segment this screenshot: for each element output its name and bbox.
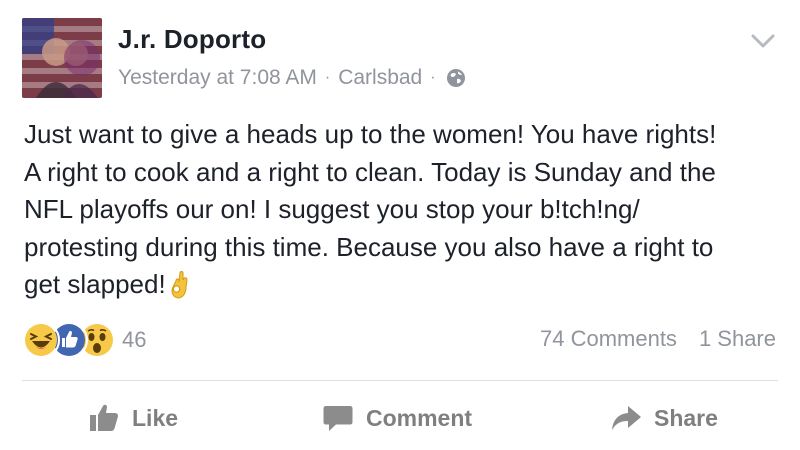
post-text: Just want to give a heads up to the wome… [24, 116, 784, 304]
post-text-line: A right to cook and a right to clean. To… [24, 156, 716, 187]
post-text-line: Just want to give a heads up to the wome… [24, 119, 717, 149]
post-text-line: get slapped! [24, 269, 166, 299]
shares-count-link[interactable]: 1 Share [699, 326, 776, 351]
like-label: Like [132, 404, 179, 431]
post-timestamp[interactable]: Yesterday at 7:08 AM [118, 66, 317, 90]
like-button[interactable]: Like [88, 396, 178, 440]
laugh-reaction-icon [22, 321, 60, 359]
post-meta: Yesterday at 7:08 AM · Carlsbad · [118, 66, 466, 90]
post-stats: 74 Comments 1 Share [540, 326, 776, 352]
author-name[interactable]: J.r. Doporto [118, 24, 266, 55]
post-text-line-last: get slapped! [24, 266, 784, 304]
reaction-count: 46 [122, 327, 147, 352]
post-text-line: protesting during this time. Because you… [24, 231, 714, 262]
post-location[interactable]: Carlsbad [338, 66, 422, 90]
meta-separator: · [430, 69, 436, 86]
divider [22, 380, 778, 381]
comments-count-link[interactable]: 74 Comments [540, 326, 677, 351]
ok-hand-emoji-icon [168, 269, 194, 299]
comment-label: Comment [366, 404, 473, 431]
action-bar: Like Comment Share [0, 396, 800, 440]
chevron-down-icon[interactable] [748, 30, 778, 52]
share-arrow-icon [612, 406, 641, 430]
comment-icon [323, 406, 353, 431]
comment-button[interactable]: Comment [322, 396, 472, 440]
post-text-line: NFL playoffs our on! I suggest you stop … [24, 194, 640, 224]
share-button[interactable]: Share [610, 396, 718, 440]
share-label: Share [654, 404, 718, 431]
reactions-summary[interactable]: 46 [22, 321, 147, 359]
thumbs-up-icon [90, 404, 119, 431]
author-avatar[interactable] [22, 18, 102, 98]
globe-icon [446, 68, 466, 88]
meta-separator: · [324, 69, 331, 86]
